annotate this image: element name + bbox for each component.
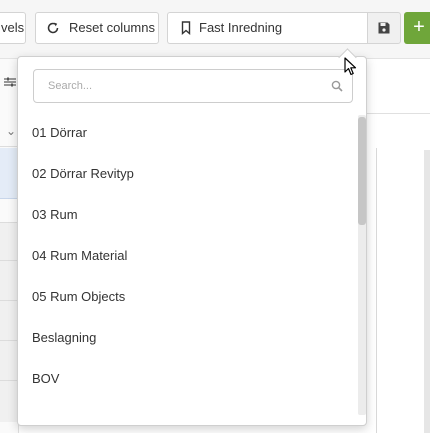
save-icon bbox=[378, 22, 390, 34]
grid-row-divider bbox=[0, 260, 18, 261]
grid-scrollbar[interactable] bbox=[424, 150, 430, 433]
view-selector-label: Fast Inredning bbox=[199, 20, 283, 35]
levels-button-label: vels bbox=[1, 20, 25, 35]
search-icon bbox=[331, 80, 343, 92]
grid-row-divider bbox=[0, 222, 18, 223]
reset-icon bbox=[47, 22, 59, 34]
add-view-button[interactable]: + bbox=[404, 12, 430, 44]
bookmark-icon bbox=[181, 21, 191, 35]
reset-columns-button[interactable]: Reset columns bbox=[35, 12, 159, 44]
view-dropdown: 01 Dörrar 02 Dörrar Revityp 03 Rum 04 Ru… bbox=[17, 56, 367, 426]
save-view-button[interactable] bbox=[367, 12, 401, 44]
levels-button[interactable]: vels bbox=[0, 12, 26, 44]
grid-rows bbox=[0, 222, 18, 422]
grid-header-divider bbox=[364, 113, 430, 114]
grid-selected-rows bbox=[0, 148, 18, 199]
chevron-down-icon: ⌄ bbox=[6, 124, 17, 138]
search-box bbox=[33, 69, 353, 103]
add-label: + bbox=[413, 16, 425, 38]
mouse-cursor-icon bbox=[344, 57, 357, 76]
list-item-beslagning[interactable]: Beslagning bbox=[32, 320, 96, 356]
view-selector-button[interactable]: Fast Inredning bbox=[167, 12, 367, 44]
search-input[interactable] bbox=[34, 70, 338, 102]
reset-columns-label: Reset columns bbox=[69, 20, 155, 35]
list-item-bov[interactable]: BOV bbox=[32, 361, 59, 397]
toolbar: vels Reset columns Fast Inredning + bbox=[0, 0, 430, 59]
dropdown-scroll-thumb[interactable] bbox=[358, 117, 366, 225]
list-item-02-dorrar-revityp[interactable]: 02 Dörrar Revityp bbox=[32, 156, 134, 192]
grid-row-divider bbox=[0, 300, 18, 301]
list-item-03-rum[interactable]: 03 Rum bbox=[32, 197, 78, 233]
list-item-05-rum-objects[interactable]: 05 Rum Objects bbox=[32, 279, 125, 315]
grid-row-divider bbox=[0, 380, 18, 381]
list-item-04-rum-material[interactable]: 04 Rum Material bbox=[32, 238, 127, 274]
grid-select[interactable]: ⌄ bbox=[0, 120, 18, 147]
list-item-01-dorrar[interactable]: 01 Dörrar bbox=[32, 115, 87, 151]
filter-settings-icon[interactable] bbox=[4, 76, 16, 88]
grid-row-divider bbox=[0, 340, 18, 341]
grid-right-panel bbox=[376, 148, 430, 433]
